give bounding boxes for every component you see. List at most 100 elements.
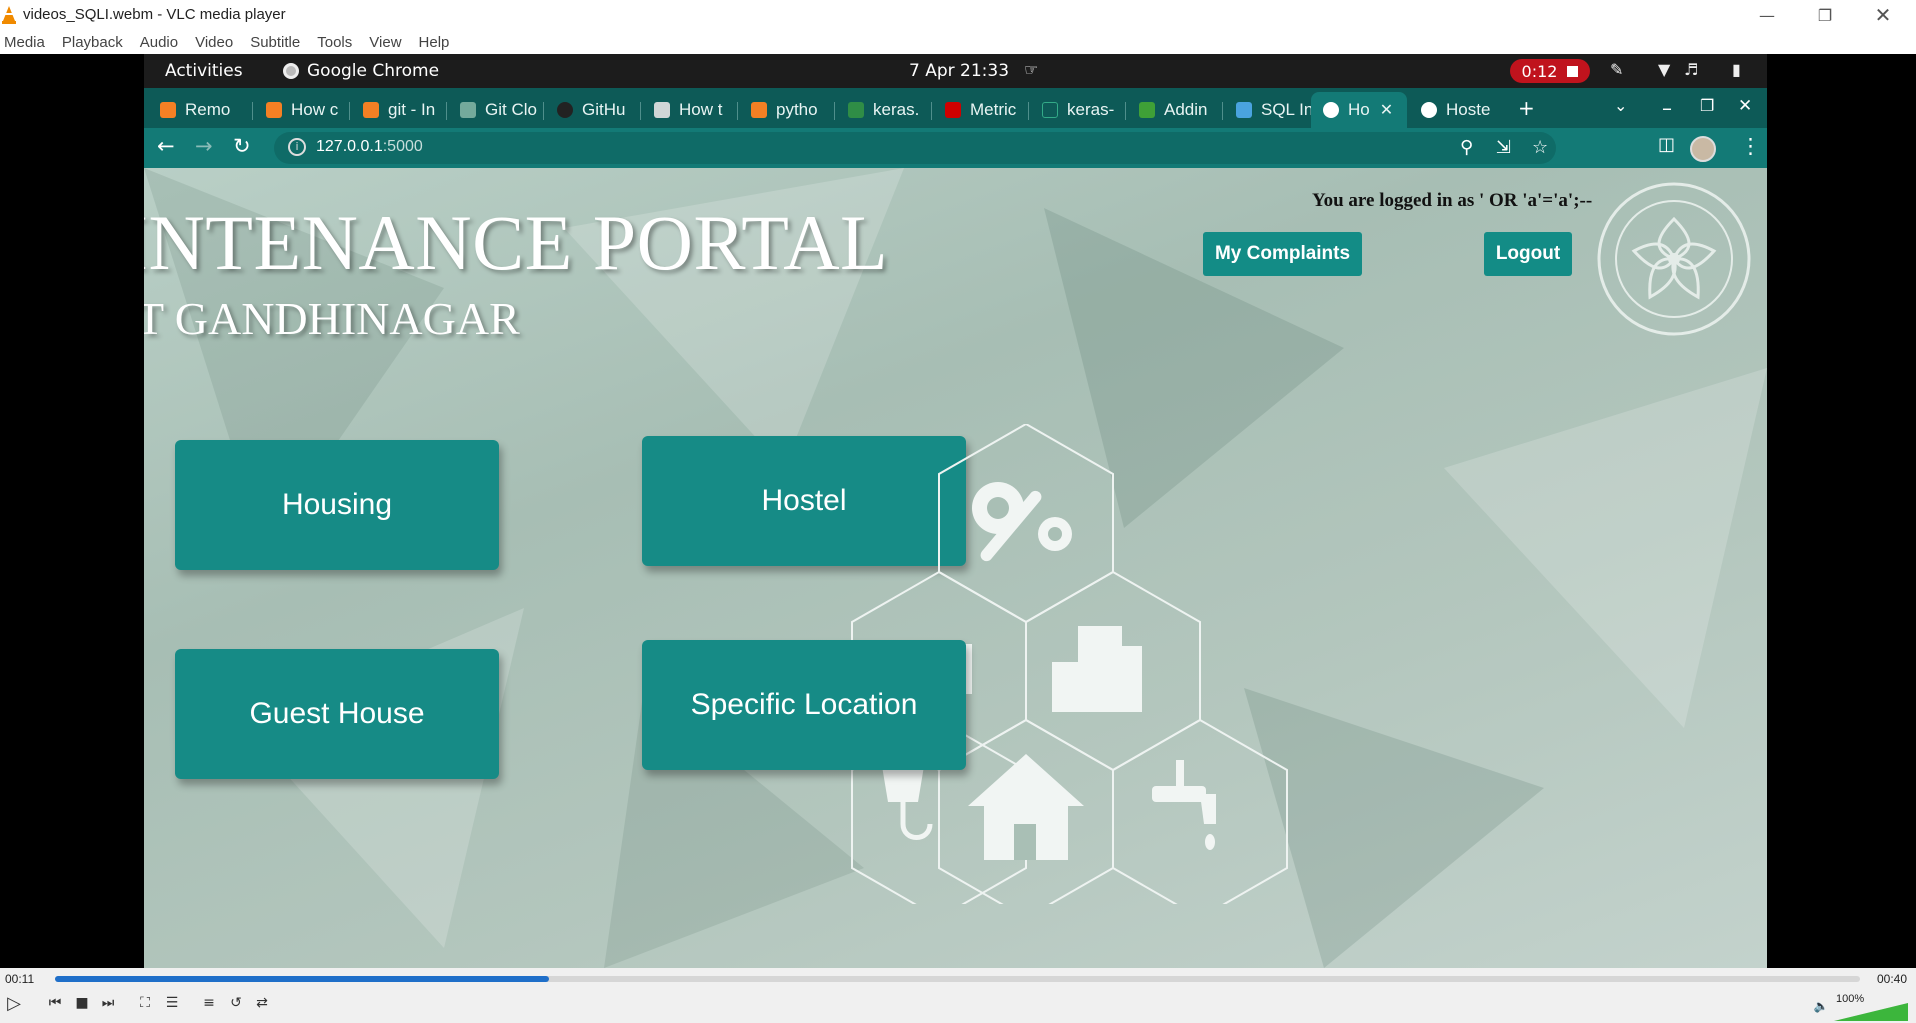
tab[interactable]: Hoste bbox=[1409, 92, 1502, 128]
tab[interactable]: git - In bbox=[351, 92, 444, 128]
back-icon[interactable]: ← bbox=[157, 134, 175, 158]
side-panel-icon[interactable]: ◫ bbox=[1658, 134, 1675, 155]
app-menu[interactable]: Google Chrome bbox=[283, 61, 439, 81]
tab[interactable]: How t bbox=[642, 92, 735, 128]
login-status: You are logged in as ' OR 'a'='a';-- bbox=[1312, 190, 1593, 211]
tab[interactable]: Addin bbox=[1127, 92, 1220, 128]
key-icon[interactable]: ⚲ bbox=[1460, 137, 1473, 158]
minimize-icon[interactable]: — bbox=[1738, 0, 1796, 30]
tab-favicon-icon bbox=[160, 102, 176, 118]
pen-icon: ✎ bbox=[1610, 60, 1624, 79]
next-icon[interactable]: ⏭ bbox=[97, 992, 119, 1014]
menu-kebab-icon[interactable]: ⋮ bbox=[1740, 134, 1761, 158]
tab-favicon-icon bbox=[1139, 102, 1155, 118]
tab[interactable]: Metric bbox=[933, 92, 1026, 128]
tab-label: Git Clo bbox=[485, 100, 537, 119]
fullscreen-icon[interactable]: ⛶ bbox=[134, 992, 156, 1014]
reload-icon[interactable]: ↻ bbox=[233, 134, 251, 158]
restore-icon[interactable]: ❐ bbox=[1796, 0, 1854, 30]
tab-favicon-icon bbox=[654, 102, 670, 118]
menu-video[interactable]: Video bbox=[195, 34, 233, 51]
tab-favicon-icon bbox=[363, 102, 379, 118]
activities-button[interactable]: Activities bbox=[165, 61, 243, 81]
gnome-top-bar: Activities Google Chrome 7 Apr 21:33 ☞ 0… bbox=[144, 54, 1767, 88]
guest-house-card[interactable]: Guest House bbox=[175, 649, 499, 779]
forward-icon[interactable]: → bbox=[195, 134, 213, 158]
my-complaints-button[interactable]: My Complaints bbox=[1203, 232, 1362, 276]
playlist-icon[interactable]: ≡ bbox=[198, 992, 220, 1014]
tab[interactable]: keras. bbox=[836, 92, 929, 128]
tab[interactable]: GitHu bbox=[545, 92, 638, 128]
site-info-icon[interactable]: i bbox=[288, 138, 306, 156]
menu-tools[interactable]: Tools bbox=[317, 34, 352, 51]
tab-label: Remo bbox=[185, 100, 231, 119]
tab-favicon-icon bbox=[1236, 102, 1252, 118]
total-time: 00:40 bbox=[1877, 972, 1908, 986]
clock[interactable]: 7 Apr 21:33 bbox=[909, 61, 1009, 81]
minimize-window-icon[interactable]: – bbox=[1662, 96, 1672, 120]
share-icon[interactable]: ⇲ bbox=[1496, 137, 1511, 158]
tab-favicon-icon bbox=[557, 102, 573, 118]
tab-label: Addin bbox=[1164, 100, 1208, 119]
tab-search-chevron-icon[interactable]: ⌄ bbox=[1614, 96, 1627, 115]
housing-card[interactable]: Housing bbox=[175, 440, 499, 570]
play-icon[interactable]: ▷ bbox=[3, 992, 25, 1014]
tab-favicon-icon bbox=[848, 102, 864, 118]
logout-button[interactable]: Logout bbox=[1484, 232, 1572, 276]
volume-icon: ♬ bbox=[1684, 60, 1699, 79]
close-icon[interactable]: ✕ bbox=[1854, 0, 1912, 30]
water-tap-icon bbox=[1152, 760, 1216, 850]
menu-media[interactable]: Media bbox=[4, 34, 45, 51]
speaker-icon[interactable]: 🔈 bbox=[1810, 995, 1832, 1017]
tab[interactable]: How c bbox=[254, 92, 347, 128]
tab-label: SQL In bbox=[1261, 100, 1314, 119]
url-text: 127.0.0.1:5000 bbox=[316, 138, 423, 155]
vlc-cone-icon bbox=[2, 6, 16, 24]
chrome-icon bbox=[283, 63, 299, 79]
bookmark-star-icon[interactable]: ☆ bbox=[1532, 137, 1548, 158]
volume-slider[interactable] bbox=[1834, 1003, 1908, 1021]
recording-time: 0:12 bbox=[1521, 61, 1558, 81]
extended-settings-icon[interactable]: ☰ bbox=[161, 992, 183, 1014]
tab[interactable]: Remo bbox=[148, 92, 241, 128]
menu-view[interactable]: View bbox=[369, 34, 401, 51]
tab-label: How t bbox=[679, 100, 723, 119]
tab[interactable]: SQL In bbox=[1224, 92, 1317, 128]
tab-favicon-icon bbox=[460, 102, 476, 118]
menu-help[interactable]: Help bbox=[419, 34, 450, 51]
profile-avatar[interactable] bbox=[1690, 136, 1716, 162]
menu-subtitle[interactable]: Subtitle bbox=[250, 34, 300, 51]
restore-window-icon[interactable]: ❐ bbox=[1700, 96, 1714, 115]
stop-icon[interactable]: ■ bbox=[71, 992, 93, 1014]
tab-label: Hoste bbox=[1446, 100, 1491, 119]
loop-icon[interactable]: ↺ bbox=[225, 992, 247, 1014]
seek-bar[interactable] bbox=[55, 976, 1860, 982]
recording-indicator[interactable]: 0:12 bbox=[1510, 59, 1590, 83]
recorded-screen: Activities Google Chrome 7 Apr 21:33 ☞ 0… bbox=[144, 54, 1767, 968]
vlc-title-bar: videos_SQLI.webm - VLC media player — ❐ … bbox=[0, 0, 1916, 30]
previous-icon[interactable]: ⏮ bbox=[44, 992, 66, 1014]
new-tab-icon[interactable]: + bbox=[1518, 96, 1535, 120]
gear-wrench-icon bbox=[972, 482, 1072, 562]
web-page: INTENANCE PORTAL T GANDHINAGAR You are l… bbox=[144, 168, 1767, 968]
tab-close-icon[interactable]: ✕ bbox=[1380, 100, 1393, 120]
tab[interactable]: Git Clo bbox=[448, 92, 541, 128]
video-area[interactable]: Activities Google Chrome 7 Apr 21:33 ☞ 0… bbox=[0, 54, 1916, 968]
tab[interactable]: keras- bbox=[1030, 92, 1123, 128]
shuffle-icon[interactable]: ⇄ bbox=[251, 992, 273, 1014]
tab-favicon-icon bbox=[266, 102, 282, 118]
tab-label: pytho bbox=[776, 100, 818, 119]
portal-subtitle: T GANDHINAGAR bbox=[144, 293, 520, 344]
menu-audio[interactable]: Audio bbox=[140, 34, 178, 51]
battery-icon: ▮ bbox=[1732, 60, 1741, 79]
tab[interactable]: pytho bbox=[739, 92, 832, 128]
specific-location-card[interactable]: Specific Location bbox=[642, 640, 966, 770]
close-window-icon[interactable]: ✕ bbox=[1738, 96, 1752, 116]
tab-strip: Remo How c git - In Git Clo GitHu How t … bbox=[144, 88, 1767, 128]
globe-icon bbox=[1323, 102, 1339, 118]
tab-favicon-icon bbox=[1042, 102, 1058, 118]
tab-label: git - In bbox=[388, 100, 436, 119]
tab-active[interactable]: Ho ✕ bbox=[1311, 92, 1407, 128]
address-bar[interactable]: i 127.0.0.1:5000 ⚲ ⇲ ☆ bbox=[274, 132, 1556, 164]
menu-playback[interactable]: Playback bbox=[62, 34, 123, 51]
